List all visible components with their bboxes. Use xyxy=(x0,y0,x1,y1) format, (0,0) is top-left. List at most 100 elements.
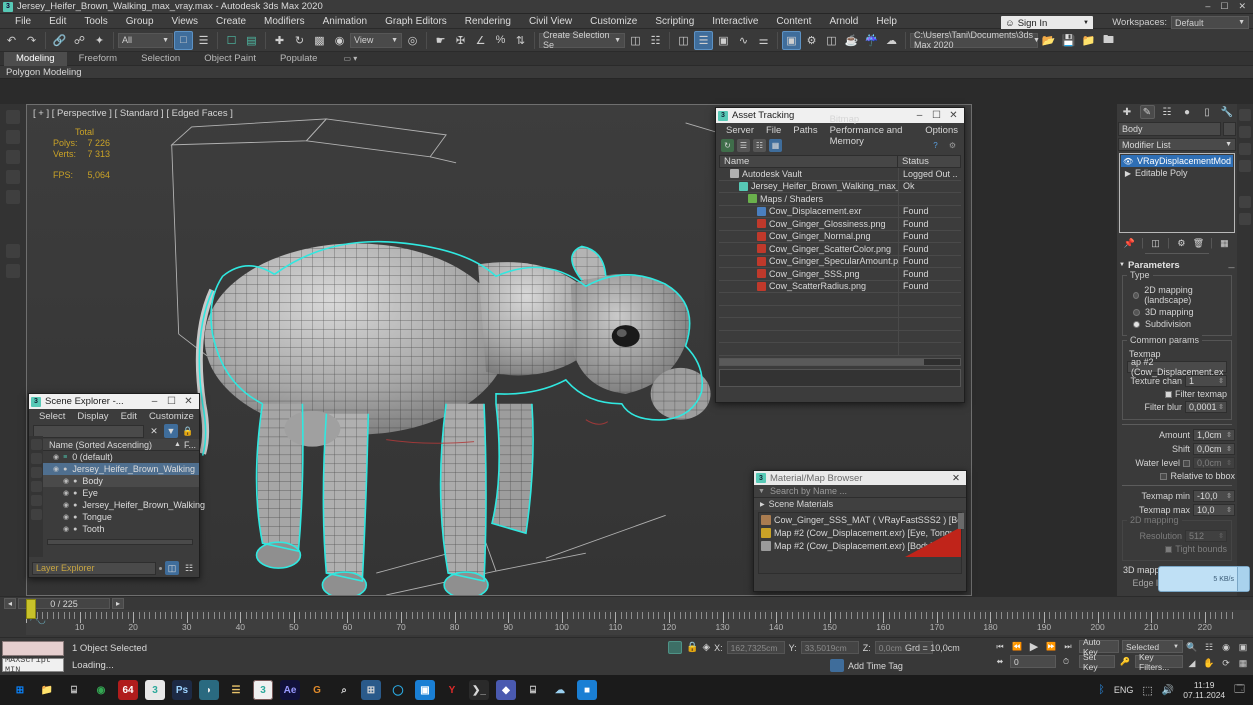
key-filters-button[interactable]: Key Filters... xyxy=(1135,655,1183,668)
select-and-rotate-icon[interactable]: ↻ xyxy=(290,31,309,50)
search-app-icon[interactable]: ⌕ xyxy=(334,680,354,700)
curve-editor-icon[interactable]: ∿ xyxy=(734,31,753,50)
asset-menu-file[interactable]: File xyxy=(760,125,787,136)
time-configuration-icon[interactable]: ⏱ xyxy=(1059,655,1073,668)
filter-blur-spinner[interactable]: 0,0001 ⇳ xyxy=(1185,401,1227,413)
scene-search-input[interactable] xyxy=(33,425,144,438)
asset-row[interactable]: Autodesk VaultLogged Out .. xyxy=(719,168,961,181)
pan-view-icon[interactable]: ✋ xyxy=(1201,656,1217,671)
maximize-viewport-icon[interactable]: ▦ xyxy=(1235,656,1251,671)
zoom-all-icon[interactable]: ☷ xyxy=(1201,640,1217,655)
bind-to-spacewarp-icon[interactable]: ✦ xyxy=(90,31,109,50)
spinner-arrows-icon[interactable]: ⇳ xyxy=(1226,445,1234,453)
sign-in-button[interactable]: ☺ Sign In ▼ xyxy=(1001,16,1093,30)
file-explorer-icon[interactable]: 📁 xyxy=(37,680,57,700)
render-in-cloud-icon[interactable]: ☁ xyxy=(882,31,901,50)
eye-icon[interactable]: ◉ xyxy=(63,501,69,509)
modify-tab-icon[interactable]: ✎ xyxy=(1140,105,1155,119)
object-dot-icon[interactable]: ● xyxy=(73,502,77,509)
asset-tracking-grid[interactable]: Name Status Autodesk VaultLogged Out ..J… xyxy=(719,155,961,356)
blue-app-icon[interactable]: ▣ xyxy=(415,680,435,700)
spinner-arrows-icon[interactable]: ⇳ xyxy=(1226,492,1234,500)
use-pivot-point-center-icon[interactable]: ◎ xyxy=(403,31,422,50)
minimize-button[interactable]: – xyxy=(1205,1,1210,12)
modifier-list-combo[interactable]: Modifier List ▼ xyxy=(1118,138,1236,151)
lights-filter-icon[interactable] xyxy=(31,467,42,478)
teams-icon[interactable]: ◆ xyxy=(496,680,516,700)
spinner-snap-icon[interactable]: ⇅ xyxy=(511,31,530,50)
extras-panel-icon[interactable] xyxy=(6,244,20,258)
time-slider-handle[interactable] xyxy=(26,599,36,619)
modifier-stack-item-vraydisplacement[interactable]: 👁 VRayDisplacementMod xyxy=(1121,155,1233,167)
time-tag-icon[interactable] xyxy=(830,659,844,672)
next-frame-icon[interactable]: ⏩ xyxy=(1044,640,1058,653)
material-search-row[interactable]: ▼ Search by Name ... xyxy=(754,485,966,498)
eye-icon[interactable]: ◉ xyxy=(53,453,59,461)
modifier-stack[interactable]: 👁 VRayDisplacementMod ▶ Editable Poly xyxy=(1119,153,1235,233)
scene-materials-section-header[interactable]: ▶ Scene Materials xyxy=(754,498,966,510)
content-browser-icon[interactable] xyxy=(1239,126,1251,138)
refresh-icon[interactable]: ↻ xyxy=(721,139,734,152)
scene-horizontal-scrollbar[interactable] xyxy=(47,539,193,545)
project-folder-icon[interactable]: 📁 xyxy=(1079,31,1098,50)
render-setup-icon[interactable]: ⚙ xyxy=(802,31,821,50)
current-frame-field[interactable]: 0 xyxy=(1010,655,1056,668)
render-iterative-icon[interactable]: ☔ xyxy=(862,31,881,50)
display-tab-icon[interactable]: ▯ xyxy=(1200,105,1215,119)
menu-item-civil-view[interactable]: Civil View xyxy=(520,14,581,29)
menu-item-create[interactable]: Create xyxy=(207,14,255,29)
scene-explorer-icon[interactable]: ☰ xyxy=(694,31,713,50)
eye-icon[interactable]: ◉ xyxy=(63,477,69,485)
set-keys-icon[interactable]: 🔑 xyxy=(1118,655,1132,668)
asset-row[interactable]: Cow_Displacement.exrFound xyxy=(719,206,961,219)
guard-icon[interactable]: G xyxy=(307,680,327,700)
window-crossing-icon[interactable]: ▤ xyxy=(242,31,261,50)
3dsmax-active-icon[interactable]: 3 xyxy=(253,680,273,700)
yandex-icon[interactable]: Y xyxy=(442,680,462,700)
panel-grip[interactable] xyxy=(1145,253,1209,257)
select-and-manipulate-icon[interactable]: ☛ xyxy=(431,31,450,50)
material-browser-close-button[interactable]: ✕ xyxy=(948,473,964,484)
object-name-field[interactable]: Body xyxy=(1118,122,1221,136)
layer-panel-icon[interactable] xyxy=(6,150,20,164)
relative-to-bbox-checkbox[interactable]: Relative to bbox xyxy=(1119,471,1235,481)
menu-item-help[interactable]: Help xyxy=(867,14,906,29)
y-coordinate-field[interactable]: 33,5019cm xyxy=(801,641,859,654)
utilities-tab-icon[interactable]: 🔧 xyxy=(1220,105,1235,119)
asset-menu-paths[interactable]: Paths xyxy=(787,125,823,136)
amount-spinner[interactable]: 1,0cm ⇳ xyxy=(1193,429,1235,441)
asset-row[interactable]: Maps / Shaders xyxy=(719,193,961,206)
render-production-icon[interactable]: ☕ xyxy=(842,31,861,50)
substance-icon[interactable]: ◗ xyxy=(199,680,219,700)
material-list-scrollbar[interactable] xyxy=(958,513,964,529)
language-indicator[interactable]: ENG xyxy=(1114,685,1134,695)
spinner-arrows-icon[interactable]: ⇳ xyxy=(1218,377,1226,385)
asset-menu-bitmap[interactable]: Bitmap Performance and Memory xyxy=(824,114,920,147)
radio-2d-mapping[interactable]: 2D mapping (landscape) xyxy=(1133,285,1227,305)
column-header-name[interactable]: Name xyxy=(720,156,898,167)
ribbon-tab-freeform[interactable]: Freeform xyxy=(67,52,130,66)
spinner-arrows-icon[interactable]: ⇳ xyxy=(1218,403,1226,411)
chevron-down-icon[interactable]: ▼ xyxy=(758,488,765,495)
scene-item-body[interactable]: ◉●Body xyxy=(29,475,199,487)
scene-explorer-column-header[interactable]: Name (Sorted Ascending) ▲ F... xyxy=(29,439,199,451)
go-to-end-icon[interactable]: ⏭ xyxy=(1061,640,1075,653)
field-of-view-icon[interactable]: ◢ xyxy=(1184,656,1200,671)
eye-icon[interactable]: ◉ xyxy=(63,489,69,497)
asset-horizontal-scrollbar[interactable] xyxy=(719,358,961,366)
object-dot-icon[interactable]: ● xyxy=(63,466,67,473)
settings-icon[interactable]: ⚙ xyxy=(946,139,959,152)
menu-item-animation[interactable]: Animation xyxy=(314,14,376,29)
water-level-spinner[interactable]: 0,0cm ⇳ xyxy=(1193,457,1235,469)
ribbon-tab-object-paint[interactable]: Object Paint xyxy=(192,52,268,66)
select-and-move-icon[interactable]: ✚ xyxy=(270,31,289,50)
asset-row[interactable]: Jersey_Heifer_Brown_Walking_max_vray.max… xyxy=(719,181,961,194)
layer-explorer-toggle-icon[interactable]: ◫ xyxy=(165,561,179,575)
ribbon-tab-populate[interactable]: Populate xyxy=(268,52,330,66)
material-map-browser-window[interactable]: 3 Material/Map Browser ✕ ▼ Search by Nam… xyxy=(753,470,967,592)
bluetooth-icon[interactable]: ᛒ xyxy=(1098,684,1105,696)
named-selection-sets-combo[interactable]: Create Selection Se ▼ xyxy=(539,33,625,48)
object-dot-icon[interactable]: ● xyxy=(73,490,77,497)
layers-filter-icon[interactable] xyxy=(31,509,42,520)
texmap-min-spinner[interactable]: -10,0 ⇳ xyxy=(1193,490,1235,502)
